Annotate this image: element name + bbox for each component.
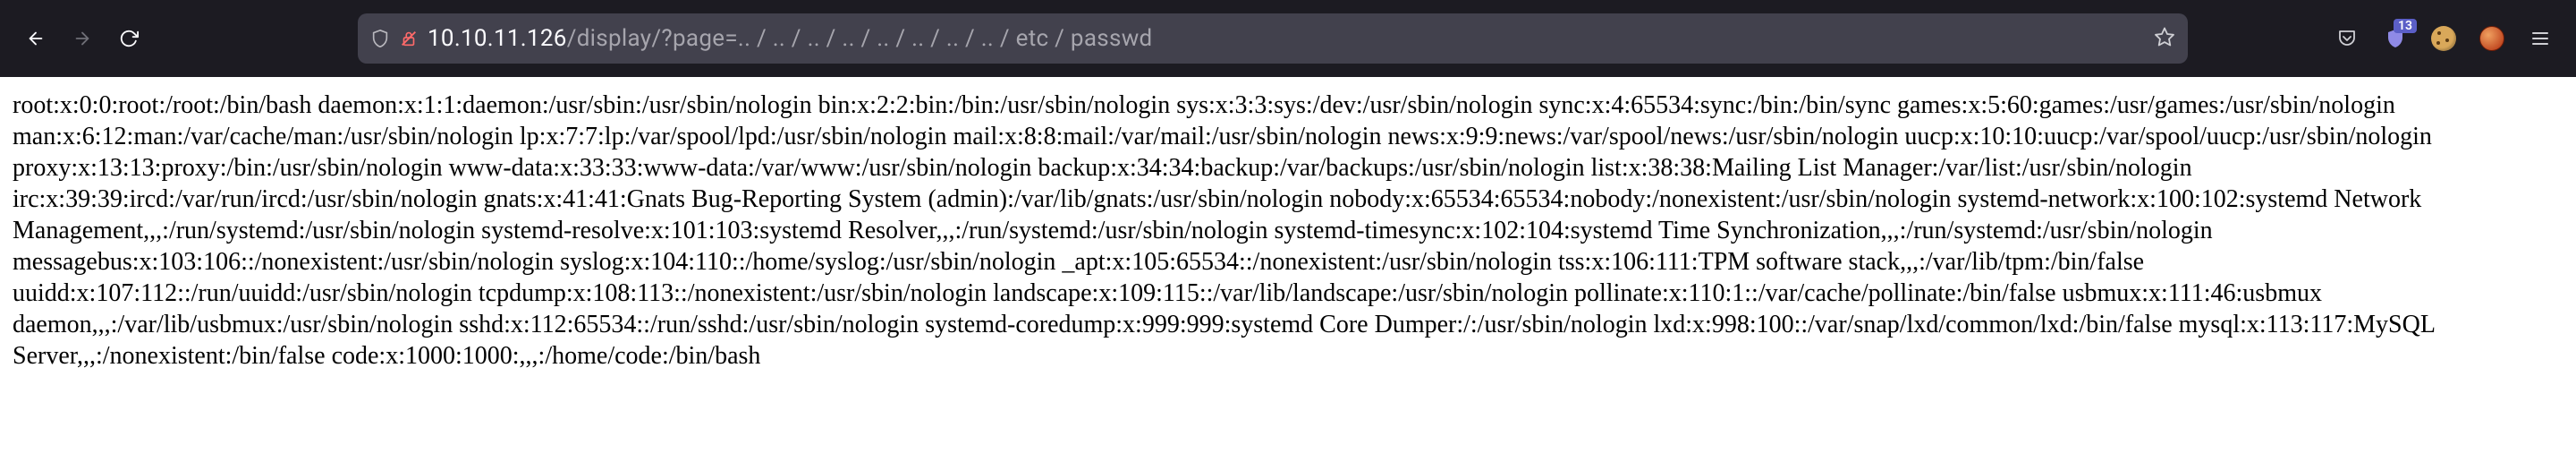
arrow-right-icon xyxy=(72,29,92,48)
browser-toolbar: 10.10.11.126/display/?page=.. / .. / .. … xyxy=(0,0,2576,77)
star-icon xyxy=(2154,26,2175,47)
pocket-icon xyxy=(2336,28,2358,49)
bookmark-button[interactable] xyxy=(2154,26,2175,51)
cookie-icon xyxy=(2431,26,2456,51)
passwd-dump-text: root:x:0:0:root:/root:/bin/bash daemon:x… xyxy=(13,91,2435,370)
toolbar-right-tools: 13 xyxy=(2329,21,2558,56)
reload-icon xyxy=(119,29,139,48)
pocket-button[interactable] xyxy=(2329,21,2365,56)
page-content: root:x:0:0:root:/root:/bin/bash daemon:x… xyxy=(0,77,2576,384)
url-path: /display/?page=.. / .. / .. / .. / .. / … xyxy=(567,25,1153,52)
reload-button[interactable] xyxy=(111,21,147,56)
arrow-left-icon xyxy=(26,29,46,48)
extension-foxyproxy-button[interactable] xyxy=(2474,21,2510,56)
nav-buttons xyxy=(18,21,147,56)
notification-badge: 13 xyxy=(2394,19,2417,33)
tracking-protection-button[interactable]: 13 xyxy=(2377,21,2413,56)
insecure-lock-icon[interactable] xyxy=(399,29,419,48)
app-menu-button[interactable] xyxy=(2522,21,2558,56)
back-button[interactable] xyxy=(18,21,54,56)
hamburger-icon xyxy=(2529,28,2551,49)
url-bar[interactable]: 10.10.11.126/display/?page=.. / .. / .. … xyxy=(358,13,2188,64)
forward-button[interactable] xyxy=(64,21,100,56)
shield-outline-icon[interactable] xyxy=(370,29,390,48)
foxyproxy-icon xyxy=(2479,26,2504,51)
url-text[interactable]: 10.10.11.126/display/?page=.. / .. / .. … xyxy=(428,25,2145,52)
url-host: 10.10.11.126 xyxy=(428,25,567,52)
extension-cookie-button[interactable] xyxy=(2426,21,2462,56)
